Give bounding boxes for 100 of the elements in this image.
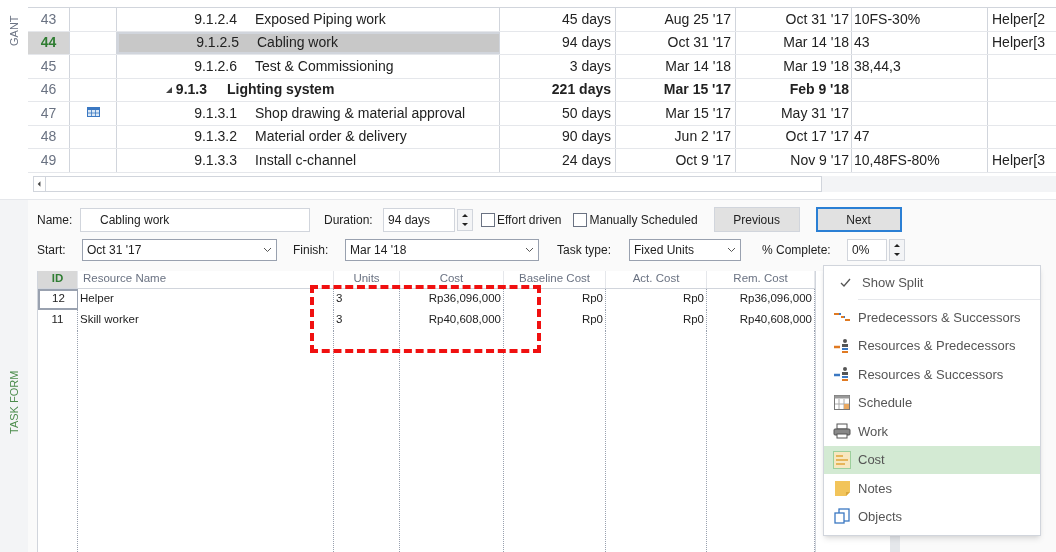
menu-item[interactable]: Notes xyxy=(824,474,1040,503)
menu-item[interactable]: Show Split xyxy=(824,270,1040,296)
units-cell: 3 xyxy=(334,309,400,331)
predecessors-cell-text: 10,48FS-80% xyxy=(854,150,940,170)
printer-icon xyxy=(833,423,851,440)
start-date-cell-text: Jun 2 '17 xyxy=(674,127,731,147)
checkbox[interactable] xyxy=(481,212,495,227)
field-label: % Complete: xyxy=(762,242,832,259)
menu-item[interactable]: Objects xyxy=(824,502,1040,531)
menu-item[interactable]: Work xyxy=(824,417,1040,446)
checkbox[interactable] xyxy=(573,212,588,227)
task-type-dropdown[interactable]: Fixed Units xyxy=(629,239,741,261)
start-date-cell-text: Mar 15 '17 xyxy=(665,103,731,123)
task-name-cell[interactable]: 9.1.3.3 Install c-channel xyxy=(117,149,500,172)
duration-cell-text: 221 days xyxy=(551,80,611,100)
task-name-cell[interactable]: 9.1.2.4 Exposed Piping work xyxy=(117,8,500,31)
note-icon xyxy=(833,479,851,497)
navigation-button[interactable]: Next xyxy=(815,207,902,232)
field-label: Finish: xyxy=(293,242,330,259)
menu-item[interactable]: Resources & Predecessors xyxy=(824,331,1040,360)
finish-date-cell-text: Mar 14 '18 xyxy=(783,33,849,53)
collapse-triangle-icon[interactable] xyxy=(165,86,172,93)
predecessors-cell-text: 10FS-30% xyxy=(854,9,921,29)
predecessors-cell-text: 47 xyxy=(854,127,870,147)
row-number[interactable]: 45 xyxy=(28,55,70,78)
resource-name-cell: Skill worker xyxy=(78,309,334,331)
start-date-cell-text: Aug 25 '17 xyxy=(664,9,731,29)
view-bar-label: TASK FORM xyxy=(8,371,20,434)
task-name-cell[interactable]: 9.1.3.2 Material order & delivery xyxy=(117,125,500,148)
calendar-icon xyxy=(86,107,100,117)
row-number[interactable]: 47 xyxy=(28,102,70,125)
menu-item[interactable]: Resources & Successors xyxy=(824,360,1040,389)
start-date-cell-text: Mar 14 '18 xyxy=(665,56,731,76)
menu-item[interactable]: Schedule xyxy=(824,388,1040,417)
percent-complete-field[interactable]: 0% xyxy=(847,239,887,261)
horizontal-scrollbar[interactable] xyxy=(33,175,822,192)
task-name: Cabling work xyxy=(257,33,338,53)
start-date-dropdown[interactable]: Oct 31 '17 xyxy=(82,239,277,261)
row-number[interactable]: 43 xyxy=(28,8,70,31)
resource-name-cell: Helper xyxy=(78,288,334,310)
column-header[interactable]: Resource Name xyxy=(78,270,334,288)
resource-id-cell: 11 xyxy=(38,309,78,331)
view-bar-label: GANT xyxy=(8,14,20,46)
column-header[interactable]: Units xyxy=(334,270,400,288)
wbs-code: 9.1.3.2 xyxy=(193,127,237,147)
wbs-code: 9.1.3.3 xyxy=(193,150,237,170)
navigation-button[interactable]: Previous xyxy=(713,207,800,232)
task-name-cell[interactable]: 9.1.2.6 Test & Commissioning xyxy=(117,55,500,78)
spinner-button[interactable] xyxy=(457,208,473,231)
predecessors-cell-text: 43 xyxy=(854,33,870,53)
checkbox-label: Manually Scheduled xyxy=(589,211,698,229)
task-name-cell[interactable]: 9.1.2.5 Cabling work xyxy=(117,31,500,54)
baseline-cost-cell: Rp0 xyxy=(504,309,606,331)
duration-cell-text: 50 days xyxy=(561,103,611,123)
task-name-cell[interactable]: 9.1.3 Lighting system xyxy=(117,78,500,101)
resource-id-cell: 12 xyxy=(38,288,78,310)
predecessors-cell-text: 38,44,3 xyxy=(854,56,901,76)
finish-date-dropdown[interactable]: Mar 14 '18 xyxy=(345,239,539,261)
finish-date-cell-text: Oct 31 '17 xyxy=(785,9,849,29)
field-label: Duration: xyxy=(324,211,374,229)
calendar-grid-icon xyxy=(834,395,850,411)
start-date-cell-text: Mar 15 '17 xyxy=(663,80,731,100)
column-header[interactable]: ID xyxy=(38,270,78,288)
wbs-code: 9.1.3 xyxy=(175,80,207,100)
wbs-code: 9.1.2.4 xyxy=(193,9,237,29)
resource-names-cell-text: Helper[2 xyxy=(992,9,1045,29)
field-label: Task type: xyxy=(557,242,613,259)
row-number[interactable]: 46 xyxy=(28,78,70,101)
task-name: Lighting system xyxy=(227,80,335,100)
actual-cost-cell: Rp0 xyxy=(606,288,707,310)
wbs-code: 9.1.2.6 xyxy=(193,56,237,76)
task-name-cell[interactable]: 9.1.3.1 Shop drawing & material approval xyxy=(117,102,500,125)
task-name: Test & Commissioning xyxy=(255,56,394,76)
duration-cell-text: 24 days xyxy=(561,150,611,170)
caret-icon xyxy=(263,247,272,253)
cost-cell: Rp40,608,000 xyxy=(400,309,504,331)
menu-item[interactable]: Cost xyxy=(824,445,1040,474)
start-date-cell-text: Oct 31 '17 xyxy=(667,33,731,53)
spinner-button[interactable] xyxy=(889,239,905,261)
field-label: Start: xyxy=(37,242,67,259)
column-header[interactable]: Cost xyxy=(400,270,504,288)
duration-cell-text: 3 days xyxy=(569,56,611,76)
document-icon xyxy=(833,450,851,469)
name-field[interactable]: Cabling work xyxy=(80,207,310,232)
caret-icon xyxy=(525,247,534,253)
finish-date-cell-text: May 31 '17 xyxy=(780,103,849,123)
wbs-code: 9.1.2.5 xyxy=(195,33,239,53)
duration-field[interactable]: 94 days xyxy=(383,207,455,232)
row-number[interactable]: 48 xyxy=(28,125,70,148)
menu-item[interactable]: Predecessors & Successors xyxy=(824,303,1040,332)
task-name: Exposed Piping work xyxy=(255,9,386,29)
finish-date-cell-text: Nov 9 '17 xyxy=(790,150,849,170)
row-number[interactable]: 49 xyxy=(28,149,70,172)
field-label: Name: xyxy=(37,211,74,229)
start-date-cell-text: Oct 9 '17 xyxy=(675,150,731,170)
duration-cell-text: 90 days xyxy=(561,127,611,147)
column-header[interactable]: Act. Cost xyxy=(606,270,707,288)
baseline-cost-cell: Rp0 xyxy=(504,288,606,310)
duration-cell-text: 45 days xyxy=(561,9,611,29)
column-header[interactable]: Baseline Cost xyxy=(504,270,606,288)
